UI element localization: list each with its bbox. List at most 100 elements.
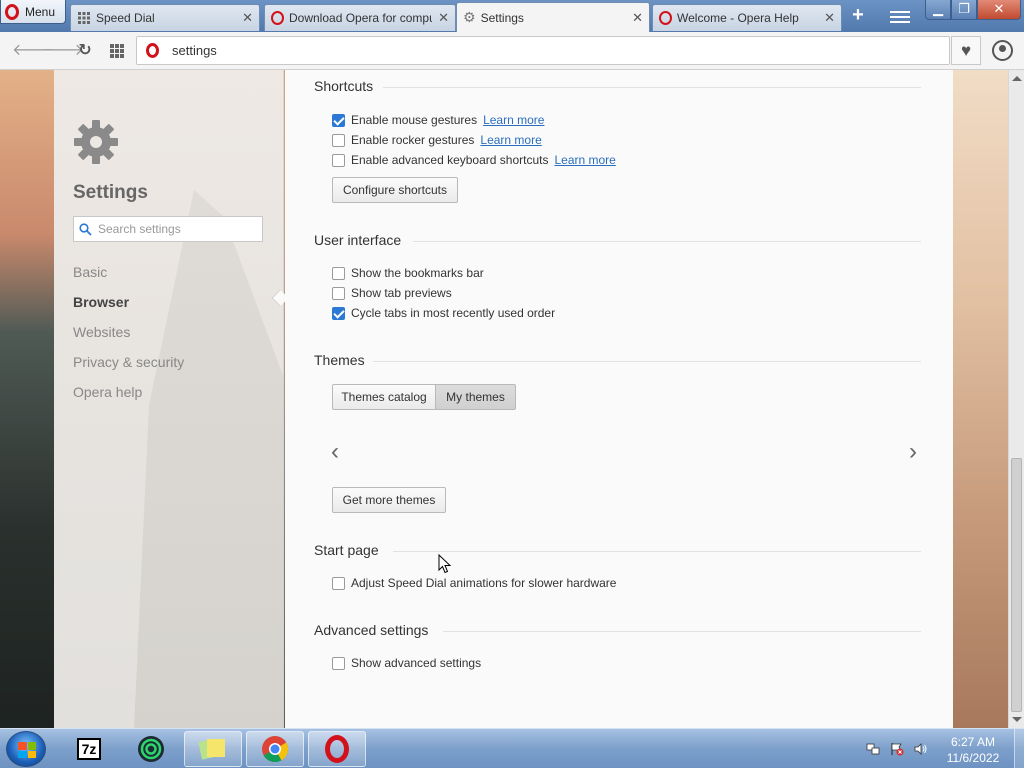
tab-label: Speed Dial	[96, 11, 155, 25]
option-speed-dial-animations[interactable]: Adjust Speed Dial animations for slower …	[332, 576, 616, 590]
sidebar-item-websites[interactable]: Websites	[73, 324, 130, 340]
divider	[383, 87, 921, 88]
tab-menu-button[interactable]	[890, 8, 910, 24]
maximize-button[interactable]: ❐	[951, 0, 977, 20]
scrollbar-thumb[interactable]	[1011, 458, 1022, 712]
wallpaper-right	[953, 70, 1008, 728]
chevron-right-icon[interactable]: ›	[909, 438, 917, 466]
option-advanced-keyboard-shortcuts[interactable]: Enable advanced keyboard shortcuts Learn…	[332, 153, 616, 167]
checkbox[interactable]	[332, 133, 345, 147]
opera-icon	[659, 11, 672, 25]
taskbar-opera[interactable]	[308, 731, 366, 767]
sidebar-item-privacy-security[interactable]: Privacy & security	[73, 354, 184, 370]
start-button[interactable]	[6, 731, 46, 767]
section-title-advanced-settings: Advanced settings	[314, 622, 429, 638]
app-icon	[138, 736, 164, 762]
close-icon[interactable]: ✕	[242, 10, 253, 26]
account-icon[interactable]	[992, 40, 1013, 61]
reload-icon[interactable]: ↻	[75, 41, 95, 61]
checkbox[interactable]	[332, 266, 345, 280]
chevron-left-icon[interactable]: ‹	[331, 438, 339, 466]
checkbox[interactable]	[332, 576, 345, 590]
taskbar-chrome[interactable]	[246, 731, 304, 767]
vertical-scrollbar[interactable]	[1008, 70, 1024, 728]
chrome-icon	[262, 736, 289, 763]
volume-icon[interactable]	[914, 742, 928, 756]
close-window-button[interactable]: ✕	[977, 0, 1021, 20]
learn-more-link[interactable]: Learn more	[483, 113, 544, 127]
tab-label: Download Opera for computer	[289, 11, 432, 25]
configure-shortcuts-button[interactable]: Configure shortcuts	[332, 177, 458, 203]
menu-label: Menu	[25, 4, 56, 19]
wallpaper-left	[0, 70, 54, 728]
checkbox[interactable]	[332, 286, 345, 300]
clock-time: 6:27 AM	[950, 735, 996, 749]
learn-more-link[interactable]: Learn more	[554, 153, 615, 167]
divider	[393, 551, 921, 552]
my-themes-tab[interactable]: My themes	[435, 384, 516, 410]
new-tab-button[interactable]: +	[848, 5, 868, 26]
show-desktop-button[interactable]	[1014, 729, 1024, 768]
settings-content: Shortcuts Enable mouse gestures Learn mo…	[285, 70, 953, 728]
taskbar-sticky-notes[interactable]	[184, 731, 242, 767]
option-bookmarks-bar[interactable]: Show the bookmarks bar	[332, 266, 484, 280]
sidebar-item-browser[interactable]: Browser	[73, 294, 129, 310]
checkbox-checked[interactable]	[332, 113, 345, 127]
mountain-backdrop	[134, 190, 284, 728]
option-mouse-gestures[interactable]: Enable mouse gestures Learn more	[332, 113, 544, 127]
clock-date: 11/6/2022	[946, 751, 1000, 765]
option-label: Show tab previews	[351, 286, 452, 300]
heart-icon[interactable]: ♥	[951, 36, 981, 65]
settings-title: Settings	[73, 182, 148, 203]
option-label: Enable advanced keyboard shortcuts	[351, 153, 549, 167]
search-settings-box[interactable]	[73, 216, 263, 242]
opera-icon	[325, 735, 349, 763]
divider	[373, 361, 921, 362]
taskbar-clock[interactable]: 6:27 AM 11/6/2022	[940, 734, 1006, 766]
option-label: Cycle tabs in most recently used order	[351, 306, 556, 320]
scroll-up-arrow-icon[interactable]	[1012, 76, 1022, 81]
close-icon[interactable]: ✕	[632, 10, 643, 26]
themes-catalog-tab[interactable]: Themes catalog	[332, 384, 436, 410]
tab-settings[interactable]: ⚙ Settings ✕	[456, 2, 650, 32]
forward-arrow-icon[interactable]: 🡒	[41, 41, 84, 61]
checkbox[interactable]	[332, 153, 345, 167]
settings-gear-icon	[74, 120, 118, 164]
minimize-button[interactable]: ▁	[925, 0, 951, 20]
option-tab-previews[interactable]: Show tab previews	[332, 286, 452, 300]
tab-download-opera[interactable]: Download Opera for computer ✕	[264, 4, 456, 31]
network-icon[interactable]	[866, 742, 880, 756]
tab-welcome-opera-help[interactable]: Welcome - Opera Help ✕	[652, 4, 842, 31]
page-area: Settings Basic Browser Websites Privacy …	[0, 70, 1024, 728]
settings-sidebar: Settings Basic Browser Websites Privacy …	[54, 70, 284, 728]
tab-label: Settings	[480, 10, 524, 25]
sidebar-item-basic[interactable]: Basic	[73, 264, 107, 280]
close-icon[interactable]: ✕	[824, 10, 835, 26]
option-label: Adjust Speed Dial animations for slower …	[351, 576, 617, 590]
taskbar-7zip[interactable]: 7z	[60, 731, 118, 767]
scroll-down-arrow-icon[interactable]	[1012, 717, 1022, 722]
section-title-shortcuts: Shortcuts	[314, 78, 374, 94]
tab-speed-dial[interactable]: Speed Dial ✕	[70, 4, 260, 31]
close-icon[interactable]: ✕	[438, 10, 449, 26]
get-more-themes-button[interactable]: Get more themes	[332, 487, 446, 513]
divider	[443, 631, 921, 632]
taskbar-app[interactable]	[122, 731, 180, 767]
address-text: settings	[172, 43, 217, 58]
search-input[interactable]	[98, 222, 258, 236]
option-show-advanced-settings[interactable]: Show advanced settings	[332, 656, 481, 670]
action-center-flag-icon[interactable]	[890, 742, 904, 756]
speed-dial-grid-icon[interactable]	[107, 41, 127, 61]
option-rocker-gestures[interactable]: Enable rocker gestures Learn more	[332, 133, 542, 147]
checkbox-checked[interactable]	[332, 306, 345, 320]
windows-taskbar: 7z 6:27 AM 11/6/2022	[0, 728, 1024, 768]
checkbox[interactable]	[332, 656, 345, 670]
address-bar[interactable]: settings	[136, 36, 950, 65]
sidebar-item-opera-help[interactable]: Opera help	[73, 384, 142, 400]
learn-more-link[interactable]: Learn more	[480, 133, 541, 147]
option-cycle-tabs[interactable]: Cycle tabs in most recently used order	[332, 306, 555, 320]
opera-logo-icon	[5, 3, 19, 20]
opera-menu-button[interactable]: Menu	[0, 0, 66, 24]
divider	[413, 241, 921, 242]
back-arrow-icon[interactable]: 🡐	[12, 41, 55, 61]
